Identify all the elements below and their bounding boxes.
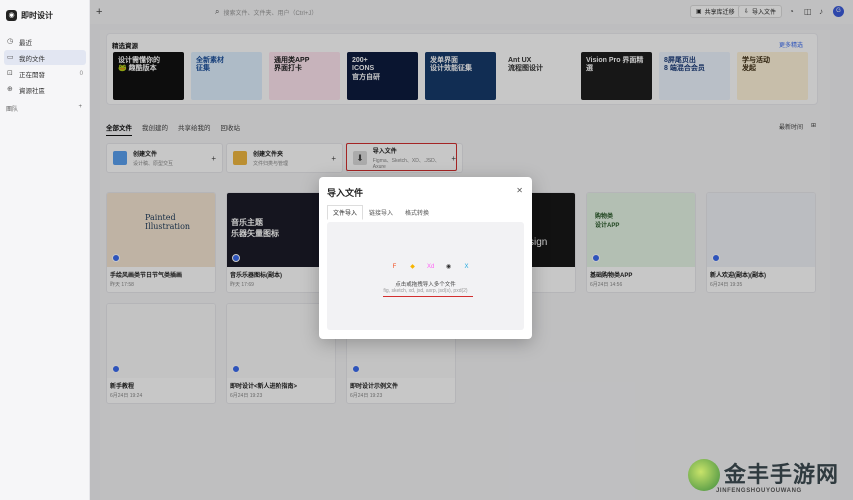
app-name: 即时设计 — [21, 11, 53, 20]
xd-icon: Xd — [427, 264, 435, 270]
app-logo-icon: ◉ — [6, 10, 17, 21]
figma-icon: F — [392, 264, 397, 270]
sidebar-item-label: 最近 — [19, 39, 32, 47]
file-dropzone[interactable]: F ◆ Xd ◉ X 点击或拖拽导入多个文件 fig, sketch, xd, … — [327, 222, 524, 330]
watermark-logo-icon — [688, 459, 720, 491]
add-team-icon[interactable]: + — [78, 104, 82, 113]
tab-file-import[interactable]: 文件导入 — [327, 205, 364, 220]
watermark: 金丰手游网 JINFENGSHOUYOUWANG — [680, 455, 850, 500]
tab-link-import[interactable]: 链接导入 — [363, 205, 399, 220]
sidebar-item-recent[interactable]: ◷ 最近 — [4, 34, 86, 49]
sidebar-nav: ◷ 最近 ▭ 我的文件 ⊡ 正在開發 0 ⊕ 資源社區 — [4, 34, 86, 98]
team-section[interactable]: 團队 + — [6, 104, 82, 113]
sidebar-item-my-files[interactable]: ▭ 我的文件 — [4, 50, 86, 65]
sidebar-item-count: 0 — [79, 70, 83, 77]
close-icon[interactable]: ✕ — [516, 186, 523, 195]
dialog-title: 导入文件 — [327, 188, 364, 198]
community-icon: ⊕ — [7, 85, 13, 93]
axure-icon: X — [464, 264, 469, 270]
tab-format-convert[interactable]: 格式转换 — [399, 205, 435, 220]
highlight-underline — [383, 296, 473, 297]
sidebar-item-label: 我的文件 — [19, 55, 45, 63]
watermark-title: 金丰手游网 — [724, 463, 840, 488]
sidebar: ◉ 即时设计 ◷ 最近 ▭ 我的文件 ⊡ 正在開發 0 ⊕ 資源社區 團队 + — [0, 0, 90, 500]
sidebar-item-in-dev[interactable]: ⊡ 正在開發 0 — [4, 66, 86, 81]
drop-instruction: 点击或拖拽导入多个文件 — [395, 282, 456, 288]
sidebar-item-label: 正在開發 — [19, 71, 45, 79]
import-file-dialog: 导入文件 ✕ 文件导入 链接导入 格式转换 F ◆ Xd ◉ X 点击或拖拽导入… — [319, 177, 532, 339]
brand[interactable]: ◉ 即时设计 — [6, 10, 53, 21]
format-icons: F ◆ Xd ◉ X — [391, 264, 470, 271]
file-icon: ▭ — [7, 53, 14, 61]
team-label: 團队 — [6, 107, 19, 113]
jsd-icon: ◉ — [445, 264, 452, 270]
dev-icon: ⊡ — [7, 69, 13, 77]
supported-formats: fig, sketch, xd, jsd, axrp, jsd(s), pxd(… — [383, 288, 468, 294]
sketch-icon: ◆ — [410, 264, 415, 270]
sidebar-item-community[interactable]: ⊕ 資源社區 — [4, 82, 86, 97]
clock-icon: ◷ — [7, 37, 14, 45]
dialog-tabs: 文件导入 链接导入 格式转换 — [327, 205, 435, 220]
sidebar-item-label: 資源社區 — [19, 87, 45, 95]
watermark-sub: JINFENGSHOUYOUWANG — [716, 488, 802, 494]
